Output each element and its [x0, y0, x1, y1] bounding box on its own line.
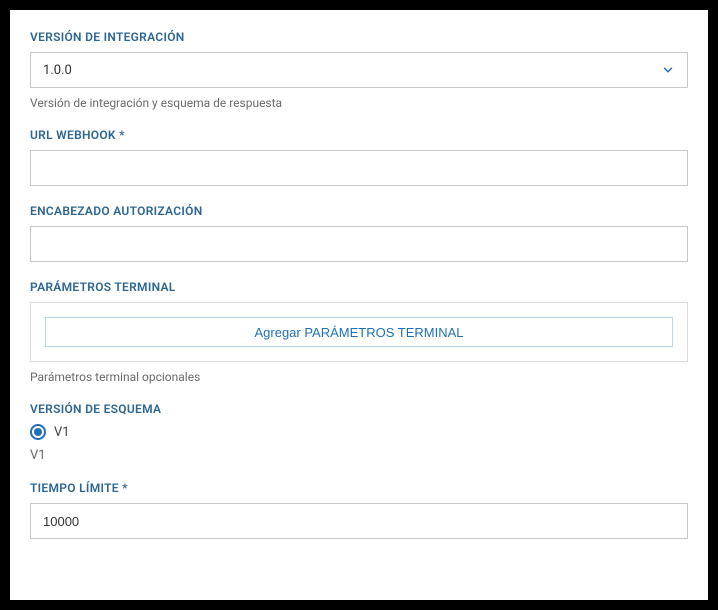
chevron-down-icon [661, 63, 675, 77]
integration-version-label: VERSIÓN DE INTEGRACIÓN [30, 30, 688, 44]
webhook-url-group: URL WEBHOOK * [30, 128, 688, 186]
terminal-params-group: PARÁMETROS TERMINAL Agregar PARÁMETROS T… [30, 280, 688, 384]
integration-version-help: Versión de integración y esquema de resp… [30, 96, 688, 110]
timeout-input[interactable] [30, 503, 688, 539]
webhook-url-input[interactable] [30, 150, 688, 186]
auth-header-label: ENCABEZADO AUTORIZACIÓN [30, 204, 688, 218]
form-container: VERSIÓN DE INTEGRACIÓN 1.0.0 Versión de … [10, 10, 708, 600]
timeout-group: TIEMPO LÍMITE * [30, 481, 688, 539]
schema-version-group: VERSIÓN DE ESQUEMA V1 V1 [30, 402, 688, 463]
terminal-params-help: Parámetros terminal opcionales [30, 370, 688, 384]
auth-header-group: ENCABEZADO AUTORIZACIÓN [30, 204, 688, 262]
radio-selected-icon [34, 428, 42, 436]
schema-version-option-label: V1 [54, 425, 70, 440]
auth-header-input[interactable] [30, 226, 688, 262]
integration-version-select[interactable]: 1.0.0 [30, 52, 688, 88]
integration-version-group: VERSIÓN DE INTEGRACIÓN 1.0.0 Versión de … [30, 30, 688, 110]
timeout-label: TIEMPO LÍMITE * [30, 481, 688, 495]
integration-version-value: 1.0.0 [43, 63, 72, 78]
add-terminal-params-button[interactable]: Agregar PARÁMETROS TERMINAL [45, 317, 673, 347]
schema-version-radio-row: V1 [30, 424, 688, 440]
webhook-url-label: URL WEBHOOK * [30, 128, 688, 142]
schema-version-label: VERSIÓN DE ESQUEMA [30, 402, 688, 416]
terminal-params-label: PARÁMETROS TERMINAL [30, 280, 688, 294]
schema-version-help: V1 [30, 448, 688, 463]
schema-version-radio-v1[interactable] [30, 424, 46, 440]
terminal-params-panel: Agregar PARÁMETROS TERMINAL [30, 302, 688, 362]
